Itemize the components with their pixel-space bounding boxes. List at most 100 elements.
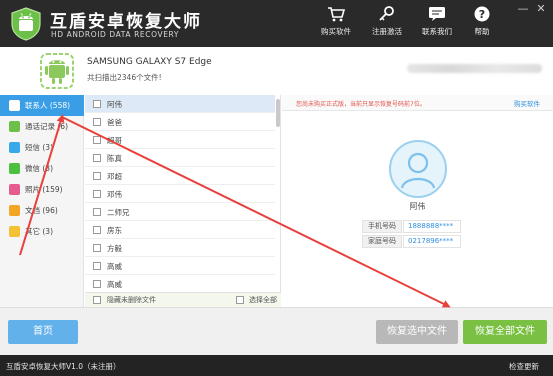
category-item[interactable]: 微信 (3) <box>0 158 84 179</box>
category-label: 照片 (159) <box>25 185 63 194</box>
row-checkbox[interactable] <box>93 100 101 108</box>
svg-text:?: ? <box>479 8 485 21</box>
register-button[interactable]: 注册激活 <box>362 6 412 42</box>
action-bar: 首页 恢复选中文件 恢复全部文件 <box>0 307 553 355</box>
list-item[interactable]: 二师兄 <box>85 203 275 221</box>
list-item[interactable]: 方毅 <box>85 239 275 257</box>
row-checkbox[interactable] <box>93 208 101 216</box>
contact-us-label: 联系我们 <box>422 27 452 36</box>
recover-selected-button[interactable]: 恢复选中文件 <box>376 320 458 344</box>
device-name: SAMSUNG GALAXY S7 Edge <box>87 57 212 67</box>
contact-entry-name: 房东 <box>107 226 122 235</box>
category-item[interactable]: 文档 (96) <box>0 200 84 221</box>
category-item[interactable]: 照片 (159) <box>0 179 84 200</box>
notice-bar: 您尚未购买正式版，当前只显示恢复号码前7位。 购买软件 <box>282 95 553 111</box>
help-button[interactable]: ? 帮助 <box>457 6 507 42</box>
contact-entry-name: 爸爸 <box>107 118 122 127</box>
avatar <box>389 140 447 198</box>
file-list: 阿伟 爸爸 超哥 陈真 邓超 邓伟 二师兄 房东 方毅 高威 高威 隐藏未删除文件 选择全部 <box>85 95 281 307</box>
list-item[interactable]: 高威 <box>85 257 275 275</box>
contact-us-button[interactable]: 联系我们 <box>412 6 462 42</box>
call-log-icon <box>9 121 20 132</box>
list-item[interactable]: 邓超 <box>85 167 275 185</box>
android-device-icon <box>40 53 74 89</box>
row-checkbox[interactable] <box>93 280 101 288</box>
document-icon <box>9 205 20 216</box>
register-label: 注册激活 <box>372 27 402 36</box>
notice-text: 您尚未购买正式版，当前只显示恢复号码前7位。 <box>296 101 426 108</box>
select-all-checkbox[interactable] <box>236 296 244 304</box>
contact-entry-name: 邓伟 <box>107 190 122 199</box>
contact-entry-name: 阿伟 <box>107 100 122 109</box>
home-phone-value: 0217896**** <box>403 235 461 248</box>
row-checkbox[interactable] <box>93 136 101 144</box>
select-all-label: 选择全部 <box>249 296 277 304</box>
list-item[interactable]: 爸爸 <box>85 113 275 131</box>
home-phone-label: 家庭号码 <box>362 235 402 248</box>
status-bar: 互盾安卓恢复大师V1.0（未注册） 检查更新 <box>0 355 553 376</box>
recover-all-button[interactable]: 恢复全部文件 <box>463 320 547 344</box>
chat-icon <box>429 7 445 21</box>
category-item[interactable]: 短信 (3) <box>0 137 84 158</box>
phone-label: 手机号码 <box>362 220 402 233</box>
category-label: 微信 (3) <box>25 164 54 173</box>
scan-summary: 共扫描出2346个文件! <box>87 73 162 82</box>
category-sidebar: 联系人 (558) 通话记录 (6) 短信 (3) 微信 (3) 照片 (159) 文档 … <box>0 95 84 307</box>
contact-entry-name: 陈真 <box>107 154 122 163</box>
row-checkbox[interactable] <box>93 154 101 162</box>
list-footer: 隐藏未删除文件 选择全部 <box>85 292 281 307</box>
list-item[interactable]: 陈真 <box>85 149 275 167</box>
category-item[interactable]: 联系人 (558) <box>0 95 84 116</box>
person-icon <box>400 152 436 189</box>
list-item[interactable]: 邓伟 <box>85 185 275 203</box>
contact-entry-name: 二师兄 <box>107 208 130 217</box>
help-label: 帮助 <box>474 27 490 36</box>
category-item[interactable]: 通话记录 (6) <box>0 116 84 137</box>
wechat-icon <box>9 163 20 174</box>
contact-entry-name: 超哥 <box>107 136 122 145</box>
buy-software-button[interactable]: 购买软件 <box>311 6 361 42</box>
buy-software-label: 购买软件 <box>321 27 351 36</box>
cart-icon <box>328 7 345 22</box>
minimize-button[interactable]: — <box>516 3 530 15</box>
list-item[interactable]: 房东 <box>85 221 275 239</box>
category-label: 联系人 (558) <box>25 101 71 110</box>
row-checkbox[interactable] <box>93 190 101 198</box>
contact-entry-name: 邓超 <box>107 172 122 181</box>
sms-icon <box>9 142 20 153</box>
other-icon <box>9 226 20 237</box>
hide-deleted-checkbox[interactable] <box>93 296 101 304</box>
contacts-icon <box>9 100 20 111</box>
contact-entry-name: 高威 <box>107 262 122 271</box>
check-update-link[interactable]: 检查更新 <box>509 361 539 372</box>
row-checkbox[interactable] <box>93 226 101 234</box>
category-label: 短信 (3) <box>25 143 54 152</box>
photo-icon <box>9 184 20 195</box>
close-button[interactable]: ✕ <box>534 3 548 15</box>
list-item[interactable]: 超哥 <box>85 131 275 149</box>
category-label: 通话记录 (6) <box>25 122 69 131</box>
app-logo-icon <box>11 7 41 41</box>
app-title: 互盾安卓恢复大师 <box>50 12 202 32</box>
blurred-info <box>407 64 542 73</box>
category-item[interactable]: 其它 (3) <box>0 221 84 242</box>
help-icon: ? <box>474 6 490 22</box>
row-checkbox[interactable] <box>93 262 101 270</box>
detail-panel: 您尚未购买正式版，当前只显示恢复号码前7位。 购买软件 阿伟 手机号码 1888… <box>282 95 553 307</box>
contact-entry-name: 方毅 <box>107 244 122 253</box>
category-label: 文档 (96) <box>25 206 58 215</box>
title-bar: 互盾安卓恢复大师 HD ANDROID DATA RECOVERY 购买软件 注… <box>0 0 553 47</box>
buy-link[interactable]: 购买软件 <box>514 98 540 108</box>
list-item[interactable]: 阿伟 <box>85 95 275 113</box>
row-checkbox[interactable] <box>93 172 101 180</box>
row-checkbox[interactable] <box>93 118 101 126</box>
home-button[interactable]: 首页 <box>8 320 78 344</box>
app-subtitle: HD ANDROID DATA RECOVERY <box>51 30 180 39</box>
list-item[interactable]: 高威 <box>85 275 275 293</box>
contact-name: 阿伟 <box>409 202 426 211</box>
row-checkbox[interactable] <box>93 244 101 252</box>
contact-entry-name: 高威 <box>107 280 122 289</box>
key-icon <box>379 6 394 21</box>
version-status: 互盾安卓恢复大师V1.0（未注册） <box>6 362 121 371</box>
list-scrollbar[interactable] <box>276 99 280 127</box>
